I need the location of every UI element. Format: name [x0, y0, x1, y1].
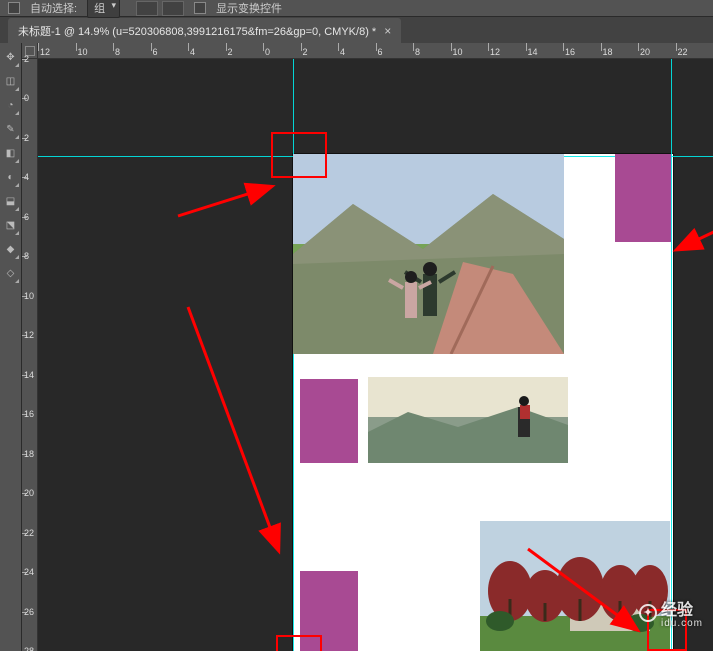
ruler-tick-label: 22 — [678, 47, 688, 57]
ruler-tick-label: 8 — [415, 47, 420, 57]
ruler-tick-label: 0 — [24, 93, 29, 103]
ruler-tick-label: 4 — [340, 47, 345, 57]
show-transform-label: 显示变换控件 — [216, 0, 282, 16]
ruler-tick-label: 20 — [640, 47, 650, 57]
auto-select-label: 自动选择: — [30, 0, 77, 16]
tool-button[interactable]: ◐ — [2, 166, 20, 188]
align-button-2[interactable] — [162, 1, 184, 16]
tool-button[interactable]: ✥ — [2, 46, 20, 68]
ruler-tick-label: 6 — [378, 47, 383, 57]
ruler-tick-label: 2 — [24, 133, 29, 143]
ruler-tick-label: 8 — [24, 251, 29, 261]
ruler-tick-label: 8 — [115, 47, 120, 57]
ruler-tick-label: 12 — [490, 47, 500, 57]
guide-vertical[interactable] — [293, 59, 294, 651]
ruler-tick-label: 24 — [24, 567, 34, 577]
tool-button[interactable]: ◔ — [2, 94, 20, 116]
ruler-left[interactable]: 20246810121416182022242628 — [22, 59, 38, 651]
ruler-tick-label: 12 — [40, 47, 50, 57]
photo-layer[interactable] — [293, 154, 564, 354]
options-bar: 自动选择: 组 显示变换控件 — [0, 0, 713, 17]
tool-button[interactable]: ◇ — [2, 262, 20, 284]
tool-strip: ✥ ◫ ◔ ✎ ◧ ◐ ⬓ ⬔ ◆ ◇ — [0, 43, 22, 651]
guide-vertical[interactable] — [671, 59, 672, 651]
watermark: ✦ 经验 idu.com — [639, 596, 703, 629]
canvas-viewport[interactable]: ✦ 经验 idu.com — [38, 59, 713, 651]
align-buttons-group — [136, 1, 184, 16]
tool-button[interactable]: ◫ — [2, 70, 20, 92]
ruler-tick-label: 14 — [24, 370, 34, 380]
tool-button[interactable]: ◆ — [2, 238, 20, 260]
magenta-block[interactable] — [615, 154, 671, 242]
annotation-arrow — [188, 307, 278, 549]
edit-area: 12108642024681012141618202224 2024681012… — [22, 43, 713, 651]
ruler-tick-label: 2 — [24, 54, 29, 64]
ruler-tick-label: 28 — [24, 646, 34, 651]
ruler-tick-label: 6 — [153, 47, 158, 57]
watermark-icon: ✦ — [639, 604, 657, 622]
document-tab[interactable]: 未标题-1 @ 14.9% (u=520306808,3991216175&fm… — [8, 18, 401, 43]
document-tab-bar: 未标题-1 @ 14.9% (u=520306808,3991216175&fm… — [0, 17, 713, 43]
auto-select-checkbox[interactable] — [8, 2, 20, 14]
ruler-tick-label: 10 — [453, 47, 463, 57]
magenta-block[interactable] — [300, 571, 358, 651]
ruler-tick-label: 4 — [24, 172, 29, 182]
magenta-block[interactable] — [300, 379, 358, 463]
close-icon[interactable]: × — [384, 24, 391, 38]
tool-button[interactable]: ⬓ — [2, 190, 20, 212]
document-tab-title: 未标题-1 @ 14.9% (u=520306808,3991216175&fm… — [18, 23, 376, 39]
ruler-tick-label: 4 — [190, 47, 195, 57]
show-transform-checkbox[interactable] — [194, 2, 206, 14]
align-button-1[interactable] — [136, 1, 158, 16]
ruler-tick-label: 14 — [528, 47, 538, 57]
photo-layer[interactable] — [368, 377, 568, 463]
annotation-arrow — [678, 229, 713, 249]
ruler-tick-label: 10 — [24, 291, 34, 301]
annotation-arrow — [178, 187, 270, 216]
ruler-tick-label: 18 — [603, 47, 613, 57]
ruler-top[interactable]: 12108642024681012141618202224 — [38, 43, 713, 59]
tool-button[interactable]: ⬔ — [2, 214, 20, 236]
workspace: ✥ ◫ ◔ ✎ ◧ ◐ ⬓ ⬔ ◆ ◇ 12108642024681012141… — [0, 43, 713, 651]
ruler-tick-label: 0 — [265, 47, 270, 57]
ruler-tick-label: 26 — [24, 607, 34, 617]
watermark-title: 经验 — [661, 602, 693, 619]
ruler-tick-label: 6 — [24, 212, 29, 222]
ruler-tick-label: 10 — [78, 47, 88, 57]
ruler-tick-label: 20 — [24, 488, 34, 498]
ruler-tick-label: 2 — [228, 47, 233, 57]
ruler-tick-label: 18 — [24, 449, 34, 459]
ruler-tick-label: 2 — [303, 47, 308, 57]
photo-layer[interactable] — [480, 521, 670, 651]
ruler-tick-label: 16 — [565, 47, 575, 57]
tool-button[interactable]: ✎ — [2, 118, 20, 140]
ruler-tick-label: 16 — [24, 409, 34, 419]
ruler-tick-label: 22 — [24, 528, 34, 538]
scope-dropdown[interactable]: 组 — [87, 0, 120, 18]
watermark-subtitle: idu.com — [661, 618, 703, 629]
tool-button[interactable]: ◧ — [2, 142, 20, 164]
ruler-tick-label: 12 — [24, 330, 34, 340]
